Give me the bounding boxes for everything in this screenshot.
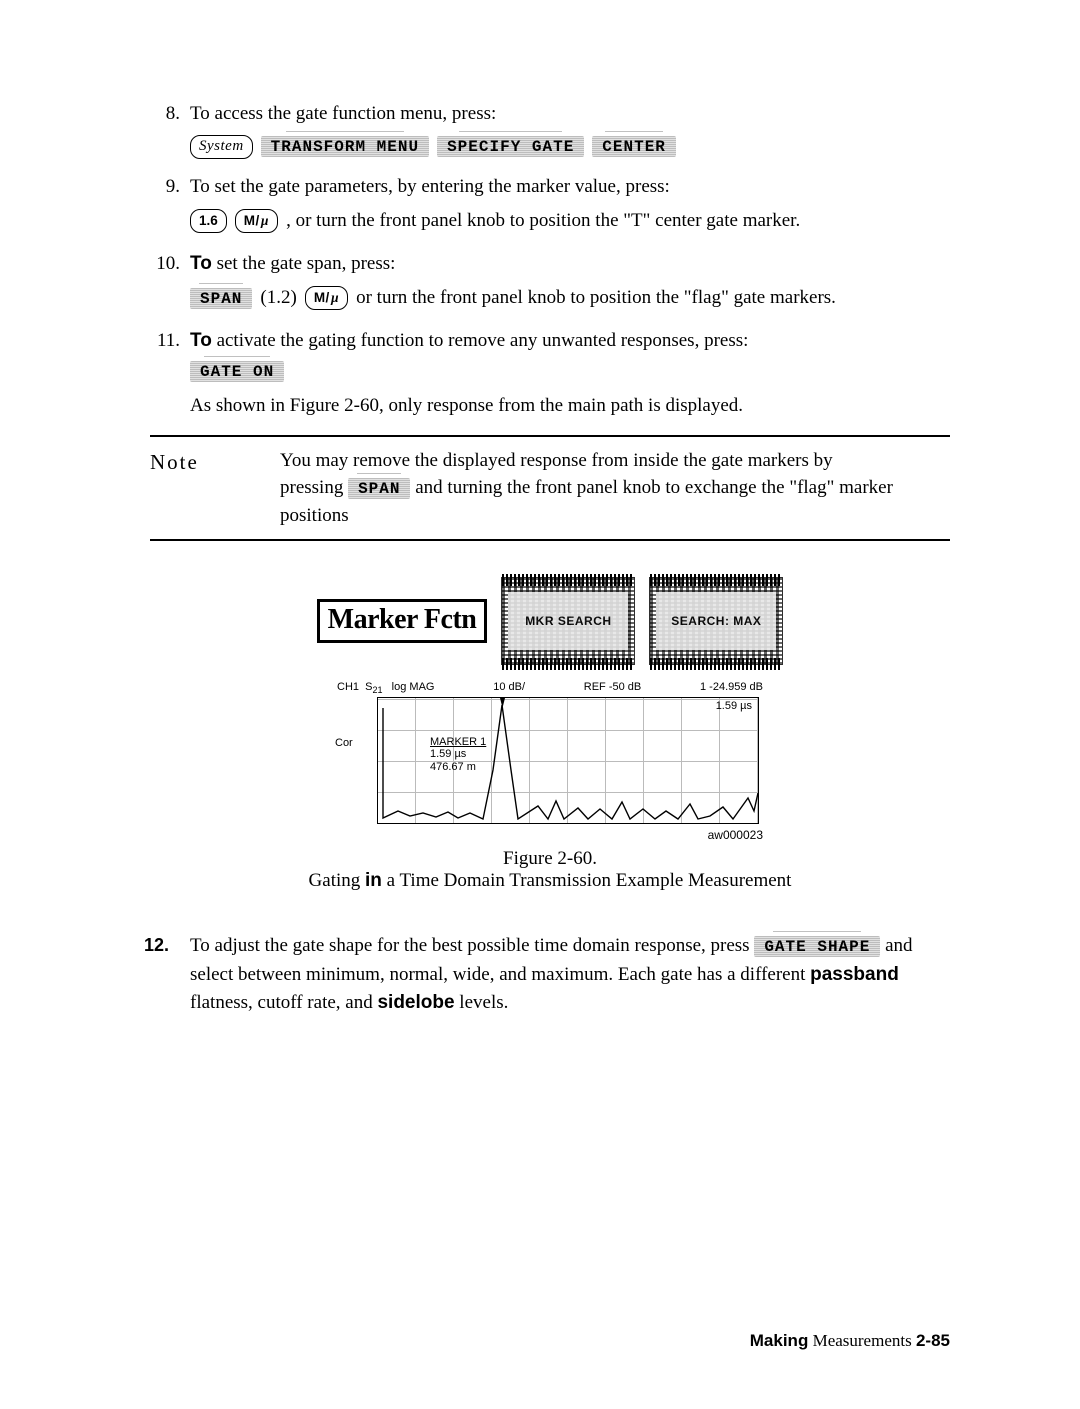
transform-menu-softkey[interactable]: TRANSFORM MENU — [261, 136, 429, 157]
step-number: 10. — [150, 250, 180, 279]
footer-making: Making — [750, 1331, 809, 1350]
span-softkey[interactable]: SPAN — [348, 478, 410, 499]
mkr-right: 1 -24.959 dB — [700, 681, 763, 695]
caption-bold: in — [365, 870, 382, 891]
barcode-label: SEARCH: MAX — [656, 592, 776, 650]
marker-arrow-icon — [500, 698, 505, 708]
tail-text: , or turn the front panel knob to positi… — [286, 207, 800, 236]
ch: CH1 — [337, 681, 359, 693]
trace-line — [383, 705, 758, 819]
step-12: 12. To adjust the gate shape for the bes… — [150, 932, 950, 1018]
step-number: 12. — [144, 932, 169, 959]
log-mag: log MAG — [392, 681, 435, 693]
marker-fctn-hardkey: Marker Fctn — [317, 599, 488, 643]
trace-svg — [378, 698, 758, 823]
keypress-row: System TRANSFORM MENU SPECIFY GATE CENTE… — [190, 135, 950, 159]
tail-a: , or turn the front panel knob to positi… — [286, 210, 623, 231]
keypress-row: SPAN (1.2) M/µ or turn the front panel k… — [190, 284, 950, 313]
step-9: 9. To set the gate parameters, by enteri… — [150, 173, 950, 236]
footer-rest: Measurements — [808, 1331, 916, 1350]
s21-sub: 21 — [372, 685, 382, 695]
plot-area: CH1 S21 log MAG 10 dB/ REF -50 dB 1 -24.… — [335, 681, 765, 842]
specify-gate-softkey[interactable]: SPECIFY GATE — [437, 136, 584, 157]
figure-header-art: Marker Fctn MKR SEARCH SEARCH: MAX — [309, 577, 792, 665]
scale-label: 10 dB/ — [493, 681, 525, 695]
step-text: To access the gate function menu, press: — [190, 103, 496, 124]
divider — [150, 435, 950, 437]
lead-bold: To — [190, 330, 212, 351]
sidelobe-bold: sidelobe — [377, 992, 454, 1013]
s12-c: flatness, cutoff rate, and — [190, 992, 377, 1013]
unit-label: M/µ — [244, 211, 269, 231]
step-10: 10. To set the gate span, press: SPAN (1… — [150, 250, 950, 313]
note-line3: positions — [280, 505, 349, 526]
footer-page: 2-85 — [916, 1331, 950, 1350]
plot-header: CH1 S21 log MAG 10 dB/ REF -50 dB 1 -24.… — [335, 681, 765, 697]
divider — [150, 539, 950, 541]
plot-grid: 1.59 µs MARKER 1 1.59 µs 476.67 m — [377, 697, 759, 824]
search-max-art: SEARCH: MAX — [649, 577, 783, 665]
note-line2a: pressing — [280, 477, 348, 498]
barcode-label: MKR SEARCH — [508, 592, 628, 650]
passband-bold: passband — [810, 964, 899, 985]
note-label: Note — [150, 447, 220, 530]
caption-text-b: a Time Domain Transmission Example Measu… — [382, 870, 792, 891]
figure-number: Figure 2-60. — [309, 848, 792, 870]
span-softkey[interactable]: SPAN — [190, 288, 252, 309]
value-hardkey[interactable]: 1.6 — [190, 209, 227, 233]
step-11: 11. To activate the gating function to r… — [150, 327, 950, 421]
center-softkey[interactable]: CENTER — [592, 136, 676, 157]
mkr-search-art: MKR SEARCH — [501, 577, 635, 665]
s12-a: To adjust the gate shape for the best po… — [190, 935, 754, 956]
instruction-list: 8. To access the gate function menu, pre… — [150, 100, 950, 421]
q1: " — [623, 210, 631, 231]
s12-d: levels. — [455, 992, 509, 1013]
keypress-row: GATE ON — [190, 361, 950, 382]
system-hardkey[interactable]: System — [190, 135, 253, 159]
note-block: Note You may remove the displayed respon… — [150, 447, 950, 530]
caption-text-a: Gating — [309, 870, 365, 891]
page: 8. To access the gate function menu, pre… — [0, 0, 1080, 1409]
figure-caption: Figure 2-60. Gating in a Time Domain Tra… — [309, 848, 792, 892]
page-footer: Making Measurements 2-85 — [750, 1331, 950, 1351]
ch-label: CH1 S21 log MAG — [337, 681, 434, 695]
note-body: You may remove the displayed response fr… — [280, 447, 893, 530]
tail-b: center gate marker. — [650, 210, 800, 231]
unit-hardkey[interactable]: M/µ — [305, 286, 348, 310]
step-number: 9. — [150, 173, 180, 202]
t-letter: T — [631, 210, 643, 231]
step-text: activate the gating function to remove a… — [212, 330, 749, 351]
unit-hardkey[interactable]: M/µ — [235, 209, 278, 233]
gate-shape-softkey[interactable]: GATE SHAPE — [754, 936, 880, 957]
ref-label: REF -50 dB — [584, 681, 641, 695]
tail-text: or turn the front panel knob to position… — [356, 284, 836, 313]
followup-text: As shown in Figure 2-60, only response f… — [190, 392, 950, 421]
step-number: 11. — [150, 327, 180, 356]
unit-label: M/µ — [314, 288, 339, 308]
keypress-row: 1.6 M/µ , or turn the front panel knob t… — [190, 207, 950, 236]
step-number: 8. — [150, 100, 180, 129]
step-text: set the gate span, press: — [212, 253, 396, 274]
step-text: To set the gate parameters, by entering … — [190, 176, 670, 197]
step-8: 8. To access the gate function menu, pre… — [150, 100, 950, 159]
gate-on-softkey[interactable]: GATE ON — [190, 361, 284, 382]
value-text: (1.2) — [260, 284, 296, 313]
note-line1: You may remove the displayed response fr… — [280, 450, 833, 471]
figure-2-60: Marker Fctn MKR SEARCH SEARCH: MAX CH1 S… — [150, 577, 950, 892]
figure-id: aw000023 — [335, 828, 765, 842]
figure-box: Marker Fctn MKR SEARCH SEARCH: MAX CH1 S… — [309, 577, 792, 892]
cor-label: Cor — [335, 737, 353, 749]
lead-bold: To — [190, 253, 212, 274]
note-line2b: and turning the front panel knob to exch… — [410, 477, 892, 498]
